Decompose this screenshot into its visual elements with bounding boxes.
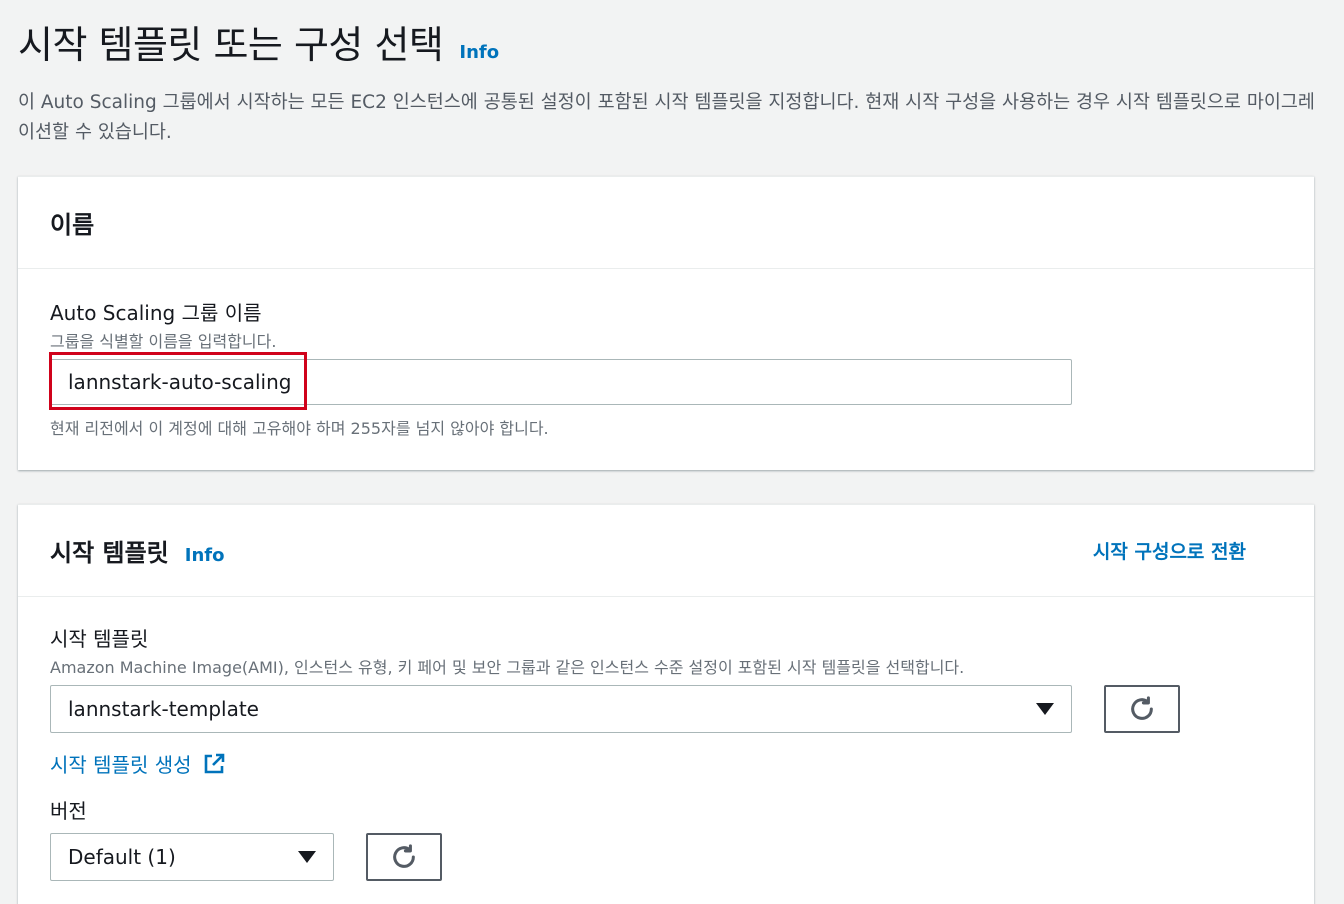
caret-down-icon — [1036, 703, 1054, 715]
switch-to-config-link[interactable]: 시작 구성으로 전환 — [1093, 537, 1246, 564]
template-info-link[interactable]: Info — [185, 545, 225, 566]
name-card: 이름 Auto Scaling 그룹 이름 그룹을 식별할 이름을 입력합니다.… — [18, 176, 1314, 470]
name-card-header: 이름 — [18, 177, 1314, 269]
refresh-icon — [393, 844, 415, 868]
page-description: 이 Auto Scaling 그룹에서 시작하는 모든 EC2 인스턴스에 공통… — [18, 92, 1315, 143]
version-select[interactable]: Default (1) — [50, 833, 334, 881]
template-select[interactable]: lannstark-template — [50, 685, 1072, 733]
template-section-heading: 시작 템플릿 — [50, 539, 169, 567]
template-card-header: 시작 템플릿 Info 시작 구성으로 전환 — [18, 505, 1314, 597]
page: 시작 템플릿 또는 구성 선택 Info 이 Auto Scaling 그룹에서… — [0, 0, 1344, 904]
name-section-heading: 이름 — [50, 211, 95, 239]
page-header: 시작 템플릿 또는 구성 선택 Info — [18, 14, 499, 69]
caret-down-icon — [298, 851, 316, 863]
template-card: 시작 템플릿 Info 시작 구성으로 전환 시작 템플릿 Amazon Mac… — [18, 504, 1314, 904]
group-name-hint: 현재 리전에서 이 계정에 대해 고유해야 하며 255자를 넘지 않아야 합니… — [50, 419, 549, 438]
page-info-link[interactable]: Info — [459, 42, 499, 63]
template-refresh-button[interactable] — [1104, 685, 1180, 733]
external-link-icon — [204, 753, 224, 773]
version-select-value: Default (1) — [68, 845, 176, 869]
page-title: 시작 템플릿 또는 구성 선택 — [18, 23, 444, 67]
refresh-icon — [1131, 696, 1153, 720]
group-name-description: 그룹을 식별할 이름을 입력합니다. — [50, 332, 277, 351]
template-field-label: 시작 템플릿 — [50, 627, 149, 651]
group-name-label: Auto Scaling 그룹 이름 — [50, 301, 262, 325]
template-select-value: lannstark-template — [68, 697, 259, 721]
template-field-description: Amazon Machine Image(AMI), 인스턴스 유형, 키 페어… — [50, 658, 965, 677]
create-template-label: 시작 템플릿 생성 — [50, 753, 192, 777]
create-template-link[interactable]: 시작 템플릿 생성 — [50, 749, 226, 778]
version-refresh-button[interactable] — [366, 833, 442, 881]
version-label: 버전 — [50, 799, 87, 823]
group-name-input[interactable] — [50, 359, 1072, 405]
